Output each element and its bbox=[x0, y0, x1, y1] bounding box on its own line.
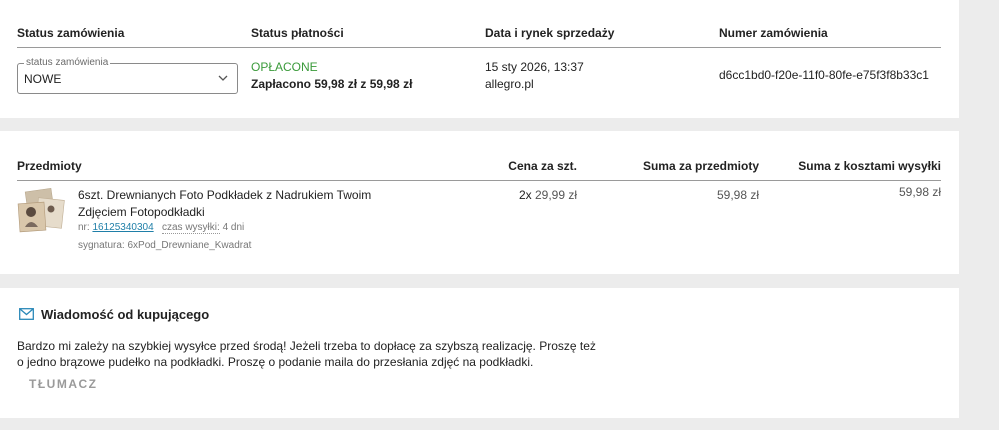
header-order-number: Numer zamówienia bbox=[719, 26, 828, 40]
item-total-with-shipping: 59,98 zł bbox=[898, 185, 941, 199]
item-shipping-value: 4 dni bbox=[222, 222, 245, 233]
item-meta: nr: 16125340304 czas wysyłki: 4 dni bbox=[78, 222, 245, 234]
item-nr-link[interactable]: 16125340304 bbox=[92, 222, 153, 233]
item-shipping-label: czas wysyłki: bbox=[161, 222, 220, 234]
payment-status: OPŁACONE bbox=[251, 60, 318, 74]
order-info-card bbox=[0, 0, 959, 118]
chevron-down-icon bbox=[218, 75, 228, 81]
order-status-select[interactable]: status zamówienia NOWE bbox=[17, 57, 238, 94]
item-title-line2[interactable]: Zdjęciem Fotopodkładki bbox=[78, 205, 205, 219]
item-title-line1[interactable]: 6szt. Drewnianych Foto Podkładek z Nadru… bbox=[78, 188, 371, 202]
item-nr-label: nr: bbox=[78, 222, 90, 233]
item-qty: 2x bbox=[518, 188, 532, 202]
payment-paid-text: Zapłacono 59,98 zł z 59,98 zł bbox=[251, 77, 413, 91]
header-divider bbox=[17, 47, 941, 48]
header-items-sum: Suma za przedmioty bbox=[642, 159, 759, 173]
header-unit-price: Cena za szt. bbox=[508, 159, 577, 173]
buyer-message-title: Wiadomość od kupującego bbox=[41, 307, 210, 322]
sale-market: allegro.pl bbox=[485, 77, 534, 91]
item-items-sum: 59,98 zł bbox=[716, 188, 759, 202]
item-signature: sygnatura: 6xPod_Drewniane_Kwadrat bbox=[78, 240, 252, 251]
buyer-message-line2: o jedno brązowe pudełko na podkładki. Pr… bbox=[17, 355, 534, 369]
header-order-status: Status zamówienia bbox=[17, 26, 125, 40]
items-divider bbox=[17, 180, 941, 181]
sale-date: 15 sty 2026, 13:37 bbox=[485, 60, 584, 74]
buyer-message-line1: Bardzo mi zależy na szybkiej wysyłce prz… bbox=[17, 339, 596, 353]
envelope-icon bbox=[19, 308, 34, 320]
header-payment-status: Status płatności bbox=[251, 26, 344, 40]
item-price: 29,99 zł bbox=[534, 188, 577, 202]
product-thumbnail[interactable] bbox=[17, 187, 67, 235]
header-items: Przedmioty bbox=[17, 159, 82, 173]
items-card bbox=[0, 131, 959, 274]
header-sale-date: Data i rynek sprzedaży bbox=[485, 26, 615, 40]
translate-button[interactable]: TŁUMACZ bbox=[29, 377, 97, 391]
item-unit-price: 2x 29,99 zł bbox=[477, 188, 577, 202]
header-total-shipping: Suma z kosztami wysyłki bbox=[798, 159, 941, 173]
order-number-value: d6cc1bd0-f20e-11f0-80fe-e75f3f8b33c1 bbox=[719, 68, 929, 82]
order-status-legend: status zamówienia bbox=[24, 57, 111, 68]
order-status-value: NOWE bbox=[24, 72, 62, 86]
